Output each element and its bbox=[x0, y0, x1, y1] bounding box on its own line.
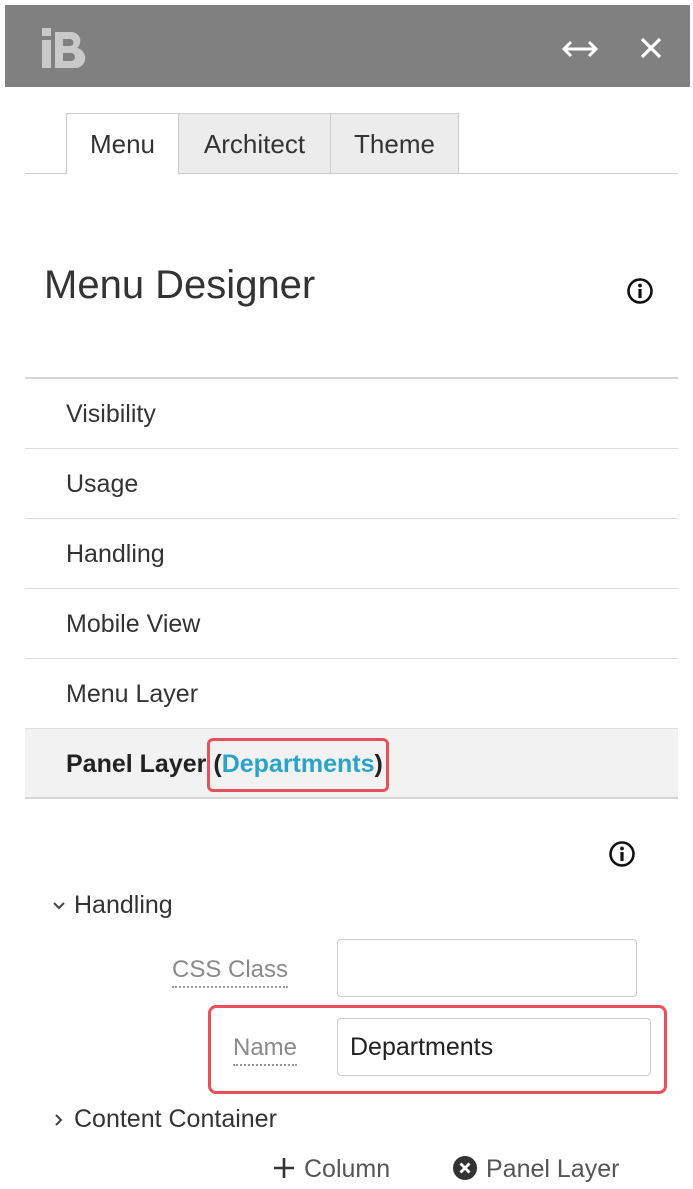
resize-horizontal-icon[interactable] bbox=[561, 38, 599, 60]
remove-circle-icon bbox=[453, 1156, 477, 1181]
menu-item-panel-layer[interactable]: Panel Layer (Departments) bbox=[25, 729, 678, 799]
panel-layer-name-link[interactable]: Departments bbox=[222, 750, 375, 778]
tab-theme[interactable]: Theme bbox=[330, 113, 459, 174]
plus-icon bbox=[274, 1158, 294, 1179]
menu-item-visibility[interactable]: Visibility bbox=[25, 379, 678, 449]
ib-logo-icon bbox=[42, 28, 86, 68]
content-container-title: Content Container bbox=[74, 1105, 277, 1133]
tab-architect[interactable]: Architect bbox=[178, 113, 331, 174]
chevron-down-icon bbox=[53, 902, 65, 910]
name-input[interactable] bbox=[337, 1018, 651, 1076]
panel-layer-highlight: (Departments) bbox=[207, 738, 389, 793]
info-icon[interactable] bbox=[626, 277, 654, 305]
remove-panel-layer-label: Panel Layer bbox=[486, 1155, 620, 1183]
css-class-label: CSS Class bbox=[172, 956, 289, 988]
info-icon[interactable] bbox=[608, 840, 636, 868]
close-paren: ) bbox=[374, 750, 383, 779]
menu-item-menu-layer[interactable]: Menu Layer bbox=[25, 659, 678, 729]
content-container-toggle[interactable]: Content Container bbox=[50, 1105, 277, 1134]
menu-item-mobile-view[interactable]: Mobile View bbox=[25, 589, 678, 659]
title-bar bbox=[5, 5, 690, 87]
page-title: Menu Designer bbox=[44, 263, 316, 307]
chevron-right-icon bbox=[55, 1114, 63, 1127]
panel-layer-label: Panel Layer bbox=[66, 750, 207, 778]
menu-item-handling[interactable]: Handling bbox=[25, 519, 678, 589]
tab-menu[interactable]: Menu bbox=[66, 113, 179, 175]
handling-section-title: Handling bbox=[74, 891, 173, 919]
name-label: Name bbox=[233, 1034, 298, 1066]
menu-item-usage[interactable]: Usage bbox=[25, 449, 678, 519]
css-class-input[interactable] bbox=[337, 939, 637, 997]
add-column-label: Column bbox=[304, 1155, 391, 1183]
close-icon[interactable] bbox=[639, 36, 663, 60]
remove-panel-layer-button[interactable]: Panel Layer bbox=[452, 1155, 619, 1184]
add-column-button[interactable]: Column bbox=[272, 1155, 390, 1184]
open-paren: ( bbox=[213, 750, 222, 779]
handling-section-toggle[interactable]: Handling bbox=[50, 891, 173, 920]
